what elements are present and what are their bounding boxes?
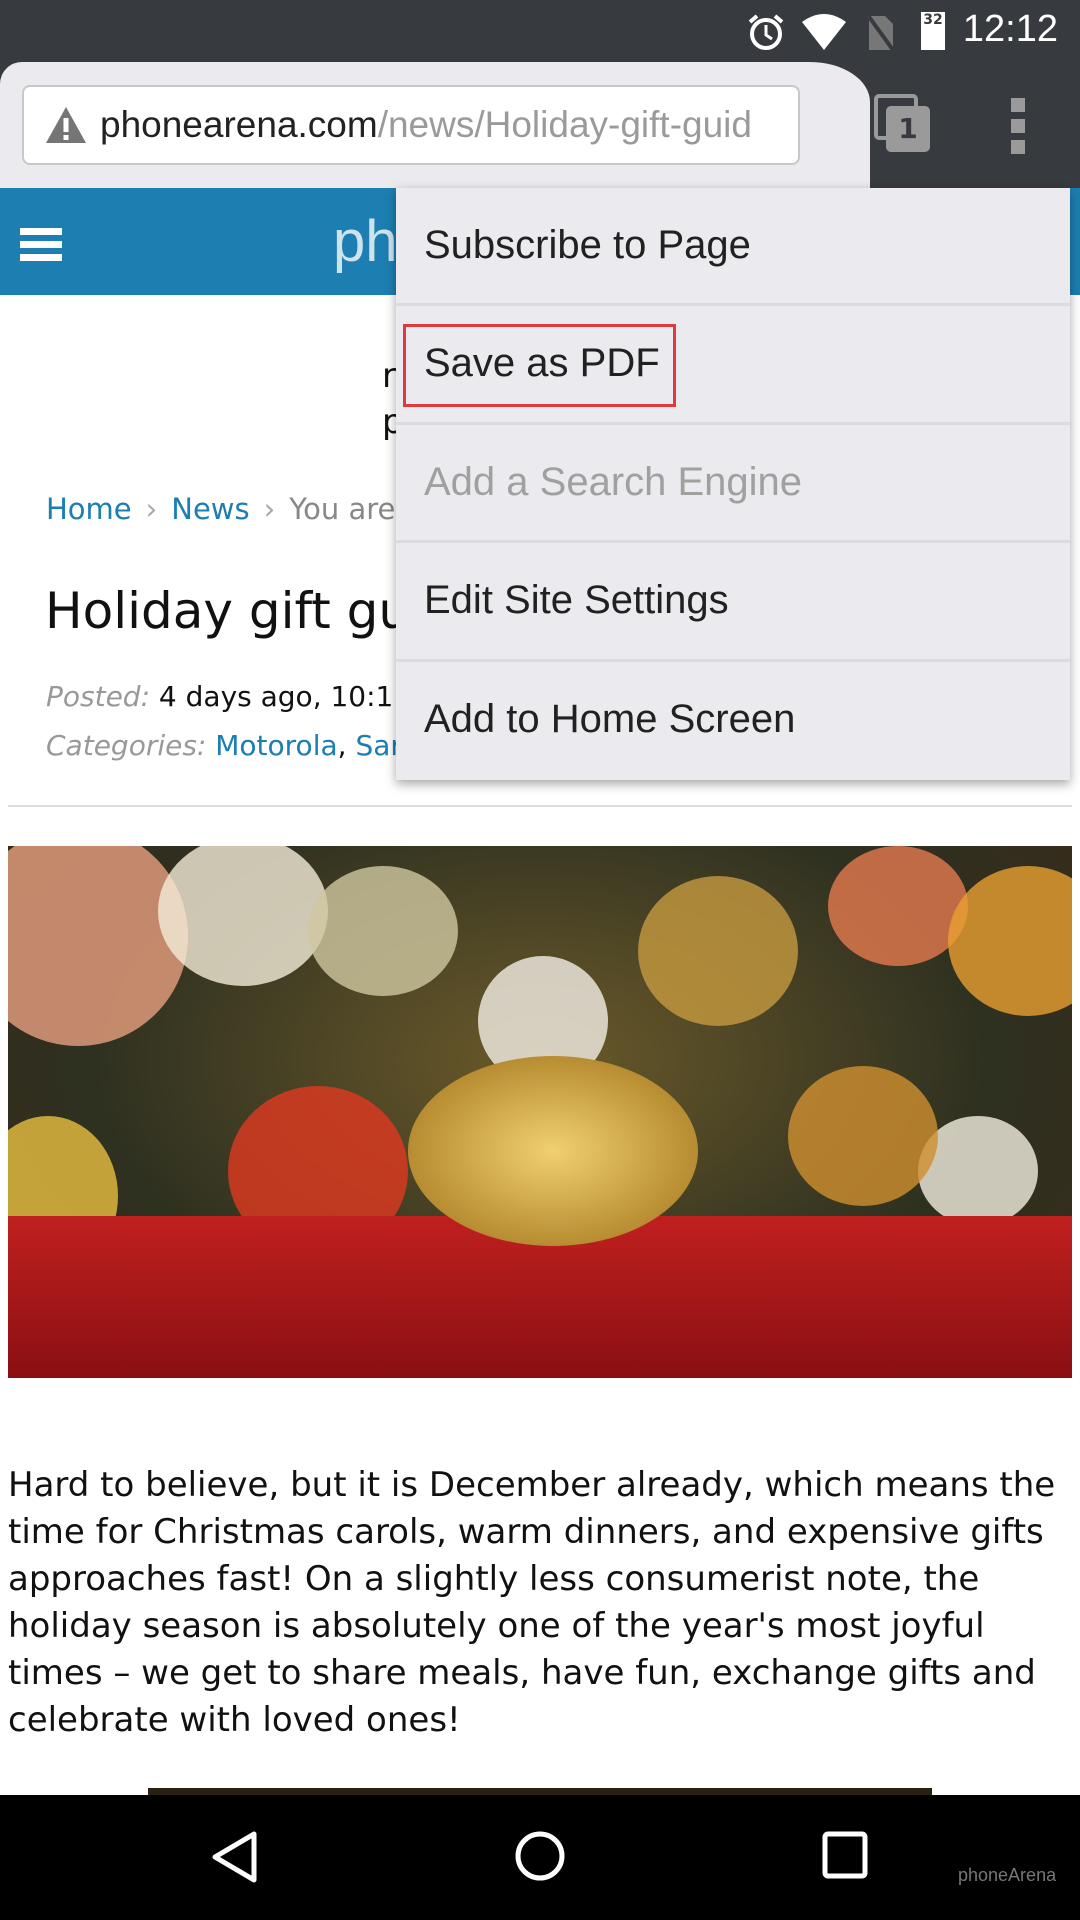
article-paragraph: Hard to believe, but it is December alre… xyxy=(8,1465,1056,1740)
category-link[interactable]: Sar xyxy=(355,729,401,762)
watermark: phoneArena xyxy=(958,1865,1057,1885)
no-sim-icon xyxy=(865,12,895,52)
categories-label: Categories: xyxy=(46,729,207,762)
breadcrumb-news[interactable]: News xyxy=(171,492,249,526)
url-path: /news/Holiday-gift-guid xyxy=(377,104,752,145)
warning-icon[interactable] xyxy=(44,105,88,145)
categories-meta: Categories: Motorola, Sar xyxy=(46,729,402,762)
tab-switcher-button[interactable]: 1 xyxy=(872,94,932,154)
browser-toolbar: phonearena.com/news/Holiday-gift-guid 1 xyxy=(0,62,1080,188)
menu-item-save-as-pdf[interactable]: Save as PDF xyxy=(396,306,1070,425)
article-title: Holiday gift gu xyxy=(45,582,411,640)
article-image xyxy=(8,846,1072,1378)
menu-item-add-to-home-screen[interactable]: Add to Home Screen xyxy=(396,662,1070,780)
breadcrumb: Home › News › You are xyxy=(46,492,395,526)
status-bar: 32 12:12 xyxy=(0,0,1080,62)
more-menu-icon[interactable] xyxy=(1005,98,1031,158)
divider xyxy=(8,805,1072,807)
recents-icon[interactable] xyxy=(822,1831,868,1879)
breadcrumb-current: You are xyxy=(289,492,396,526)
url-domain: phonearena.com xyxy=(100,104,378,145)
posted-label: Posted: xyxy=(46,680,151,713)
battery-icon: 32 xyxy=(921,12,945,50)
menu-item-edit-site-settings[interactable]: Edit Site Settings xyxy=(396,543,1070,662)
posted-value: 4 days ago, 10:1 xyxy=(158,680,394,713)
hamburger-menu-icon[interactable] xyxy=(20,228,62,267)
alarm-icon xyxy=(748,14,784,50)
clock: 12:12 xyxy=(962,8,1058,50)
site-logo[interactable]: ph xyxy=(333,208,398,275)
menu-item-add-search-engine: Add a Search Engine xyxy=(396,425,1070,544)
highlight-box xyxy=(403,324,676,408)
chevron-right-icon: › xyxy=(263,492,276,526)
gift-bow xyxy=(408,1056,698,1246)
tab-count: 1 xyxy=(886,106,930,152)
navigation-bar: phoneArena xyxy=(0,1795,1080,1920)
breadcrumb-home[interactable]: Home xyxy=(46,492,132,526)
partial-text: r xyxy=(382,356,396,396)
wifi-icon xyxy=(802,14,846,50)
chevron-right-icon: › xyxy=(145,492,158,526)
url-bar[interactable]: phonearena.com/news/Holiday-gift-guid xyxy=(22,85,800,165)
battery-level: 32 xyxy=(923,12,943,28)
back-icon[interactable] xyxy=(210,1831,260,1883)
home-icon[interactable] xyxy=(513,1829,567,1883)
posted-meta: Posted: 4 days ago, 10:1 xyxy=(46,680,393,713)
menu-item-subscribe[interactable]: Subscribe to Page xyxy=(396,188,1070,307)
overflow-menu: Subscribe to Page Save as PDF Add a Sear… xyxy=(396,188,1070,780)
category-link[interactable]: Motorola xyxy=(215,729,337,762)
